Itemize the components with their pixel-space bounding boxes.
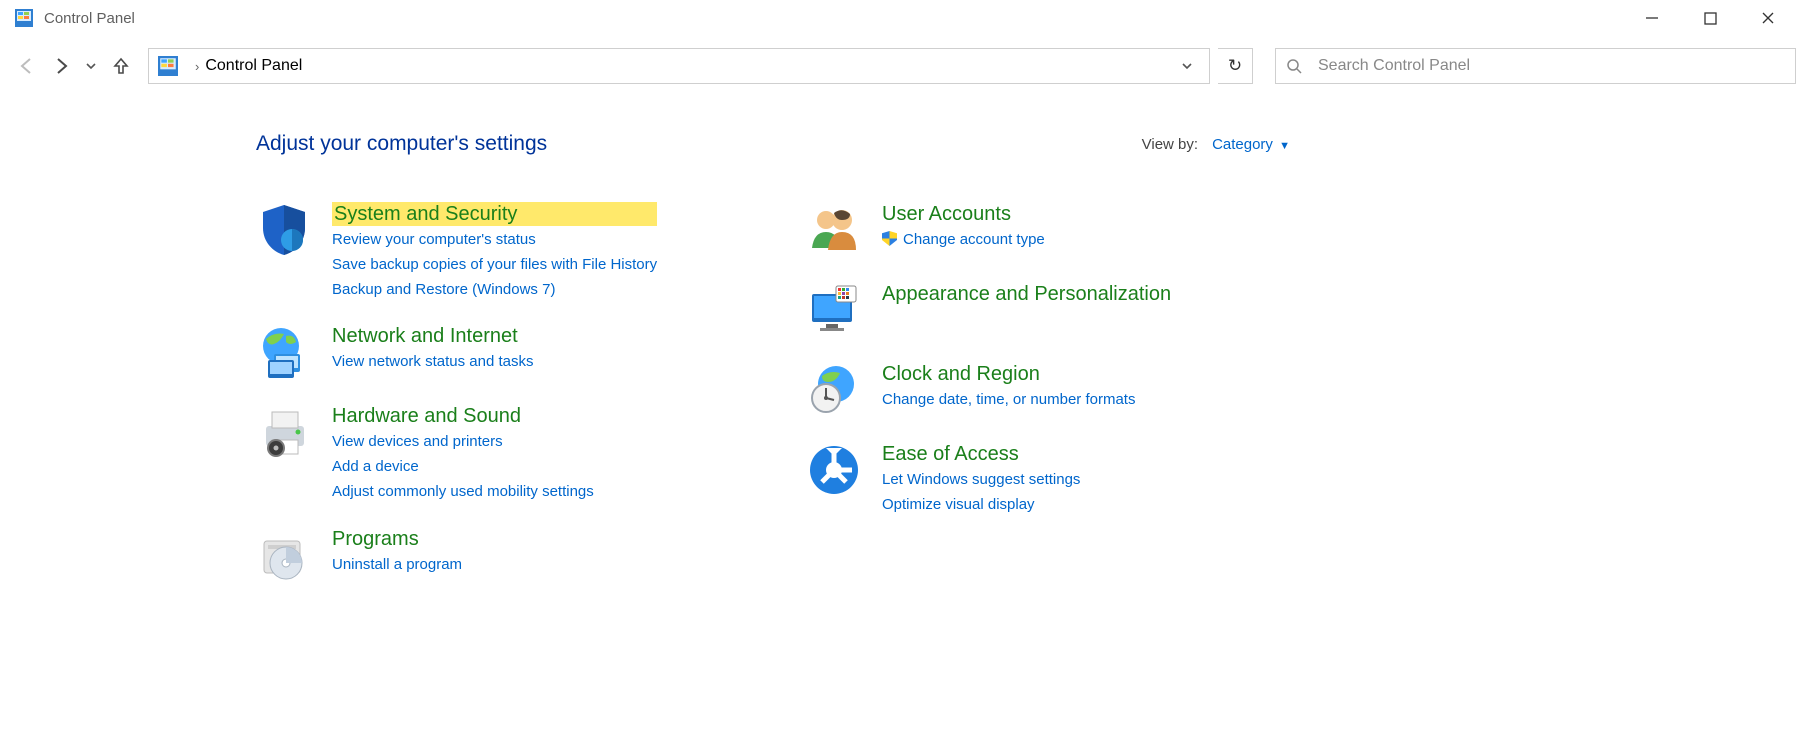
category-title-link[interactable]: User Accounts xyxy=(882,202,1045,226)
search-box[interactable] xyxy=(1275,48,1796,84)
category-programs: Programs Uninstall a program xyxy=(256,527,736,583)
category-network-and-internet: Network and Internet View network status … xyxy=(256,324,736,380)
category-sublink[interactable]: Optimize visual display xyxy=(882,494,1080,516)
chevron-down-icon: ▼ xyxy=(1279,140,1290,152)
category-text-group: User Accounts Change account type xyxy=(882,202,1045,258)
category-sublink[interactable]: Add a device xyxy=(332,456,594,478)
category-sublink[interactable]: Change date, time, or number formats xyxy=(882,389,1135,411)
maximize-button[interactable] xyxy=(1696,4,1724,32)
view-by-value[interactable]: Category xyxy=(1212,136,1273,153)
control-panel-icon xyxy=(14,8,34,28)
category-sublink[interactable]: Adjust commonly used mobility settings xyxy=(332,481,594,503)
category-clock-and-region: Clock and Region Change date, time, or nu… xyxy=(806,362,1246,418)
category-text-group: Ease of Access Let Windows suggest settin… xyxy=(882,442,1080,516)
category-text-group: System and Security Review your computer'… xyxy=(332,202,657,300)
address-bar[interactable]: › Control Panel xyxy=(148,48,1210,84)
category-text-group: Network and Internet View network status … xyxy=(332,324,534,380)
globe-icon xyxy=(256,324,312,380)
printer-icon xyxy=(256,404,312,460)
category-text-group: Clock and Region Change date, time, or nu… xyxy=(882,362,1135,418)
category-title-link[interactable]: Hardware and Sound xyxy=(332,404,594,428)
content-area: Adjust your computer's settings View by:… xyxy=(0,98,1808,583)
window-controls xyxy=(1638,4,1800,32)
back-button[interactable] xyxy=(14,53,40,79)
close-button[interactable] xyxy=(1754,4,1782,32)
category-appearance-and-personalization: Appearance and Personalization xyxy=(806,282,1246,338)
category-text-group: Programs Uninstall a program xyxy=(332,527,462,583)
refresh-button[interactable]: ↻ xyxy=(1218,48,1253,84)
category-sublink[interactable]: View network status and tasks xyxy=(332,351,534,373)
search-icon xyxy=(1286,58,1302,74)
category-sublink[interactable]: Backup and Restore (Windows 7) xyxy=(332,279,657,301)
view-by-control[interactable]: View by: Category ▼ xyxy=(1142,136,1290,153)
recent-locations-button[interactable] xyxy=(82,53,100,79)
categories-grid: System and Security Review your computer'… xyxy=(256,202,1808,583)
search-input[interactable] xyxy=(1316,56,1785,76)
titlebar: Control Panel xyxy=(0,0,1808,36)
page-heading: Adjust your computer's settings xyxy=(256,132,547,156)
disc-icon xyxy=(256,527,312,583)
window-title: Control Panel xyxy=(44,10,135,27)
people-icon xyxy=(806,202,862,258)
minimize-button[interactable] xyxy=(1638,4,1666,32)
address-control-panel-icon xyxy=(155,53,181,79)
monitor-icon xyxy=(806,282,862,338)
category-title-link[interactable]: Programs xyxy=(332,527,462,551)
category-sublink[interactable]: View devices and printers xyxy=(332,431,594,453)
shield-icon xyxy=(256,202,312,258)
category-sublink[interactable]: Let Windows suggest settings xyxy=(882,469,1080,491)
address-location[interactable]: Control Panel xyxy=(205,57,302,75)
category-title-link[interactable]: Ease of Access xyxy=(882,442,1080,466)
ease-icon xyxy=(806,442,862,498)
category-text-group: Appearance and Personalization xyxy=(882,282,1171,338)
category-text-group: Hardware and Sound View devices and print… xyxy=(332,404,594,502)
category-sublink[interactable]: Change account type xyxy=(882,229,1045,251)
clock-globe-icon xyxy=(806,362,862,418)
forward-button[interactable] xyxy=(48,53,74,79)
view-by-label: View by: xyxy=(1142,136,1198,153)
nav-row: › Control Panel ↻ xyxy=(0,36,1808,98)
chevron-right-icon[interactable]: › xyxy=(195,59,199,74)
category-title-link[interactable]: Network and Internet xyxy=(332,324,534,348)
category-sublink[interactable]: Review your computer's status xyxy=(332,229,657,251)
category-user-accounts: User Accounts Change account type xyxy=(806,202,1246,258)
category-hardware-and-sound: Hardware and Sound View devices and print… xyxy=(256,404,736,502)
category-ease-of-access: Ease of Access Let Windows suggest settin… xyxy=(806,442,1246,516)
category-sublink[interactable]: Uninstall a program xyxy=(332,554,462,576)
address-dropdown-button[interactable] xyxy=(1181,60,1209,72)
up-button[interactable] xyxy=(108,53,134,79)
category-sublink[interactable]: Save backup copies of your files with Fi… xyxy=(332,254,657,276)
category-system-and-security: System and Security Review your computer'… xyxy=(256,202,736,300)
category-title-link[interactable]: Clock and Region xyxy=(882,362,1135,386)
content-header: Adjust your computer's settings View by:… xyxy=(256,132,1290,156)
category-title-link[interactable]: System and Security xyxy=(332,202,657,226)
categories-left-column: System and Security Review your computer'… xyxy=(256,202,736,583)
categories-right-column: User Accounts Change account type Appearan… xyxy=(806,202,1246,583)
category-title-link[interactable]: Appearance and Personalization xyxy=(882,282,1171,306)
